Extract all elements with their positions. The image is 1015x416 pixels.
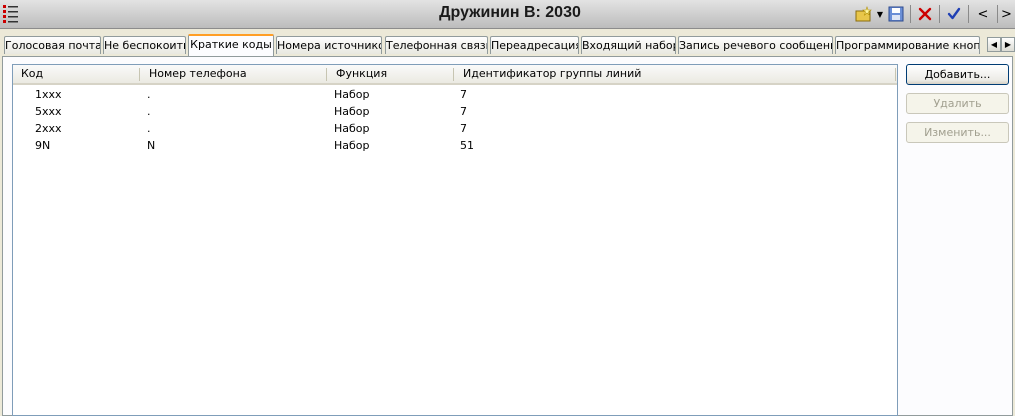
next-button[interactable]: > (1001, 3, 1015, 25)
toolbar-separator (939, 5, 940, 23)
table-row[interactable]: 1xxx . Набор 7 (13, 86, 897, 103)
short-codes-list[interactable]: Код Номер телефона Функция Идентификатор… (12, 64, 898, 416)
tab-button-programming[interactable]: Программирование кнопок (835, 36, 980, 54)
close-icon[interactable] (914, 3, 936, 25)
cell-line-group-id: 7 (460, 88, 467, 101)
cell-function: Набор (334, 122, 370, 135)
table-row[interactable]: 5xxx . Набор 7 (13, 103, 897, 120)
tab-forwarding[interactable]: Переадресация (490, 36, 579, 54)
cell-function: Набор (334, 88, 370, 101)
delete-button[interactable]: Удалить (906, 93, 1009, 114)
cell-line-group-id: 51 (460, 139, 474, 152)
window-title: Дружинин В: 2030 (439, 4, 581, 21)
column-divider[interactable] (895, 68, 896, 81)
tab-short-codes[interactable]: Краткие коды (188, 34, 274, 56)
toolbar-separator (968, 5, 969, 23)
toolbar-separator (910, 5, 911, 23)
tab-voice-recording[interactable]: Запись речевого сообщения (678, 36, 833, 54)
toolbar: ▼ < > (853, 2, 1015, 26)
cell-line-group-id: 7 (460, 105, 467, 118)
tab-scroll-left-icon[interactable]: ◀ (987, 37, 1001, 52)
save-disk-icon[interactable] (885, 3, 907, 25)
column-divider[interactable] (453, 68, 454, 81)
cell-phone-number: . (147, 88, 151, 101)
edit-button[interactable]: Изменить... (906, 122, 1009, 143)
column-divider[interactable] (326, 68, 327, 81)
tab-voicemail[interactable]: Голосовая почта (4, 36, 101, 54)
column-header-function[interactable]: Функция (328, 65, 453, 83)
table-row[interactable]: 9N N Набор 51 (13, 137, 897, 154)
column-header-phone-number[interactable]: Номер телефона (141, 65, 326, 83)
cell-phone-number: . (147, 122, 151, 135)
cell-function: Набор (334, 105, 370, 118)
cell-phone-number: N (147, 139, 156, 152)
table-row[interactable]: 2xxx . Набор 7 (13, 120, 897, 137)
new-folder-icon[interactable] (853, 3, 875, 25)
check-icon[interactable] (943, 3, 965, 25)
tab-scroll-right-icon[interactable]: ▶ (1001, 37, 1015, 52)
chevron-down-icon[interactable]: ▼ (875, 10, 885, 19)
tab-do-not-disturb[interactable]: Не беспокоить (103, 36, 186, 54)
list-app-icon (3, 4, 19, 24)
add-button[interactable]: Добавить... (906, 64, 1009, 85)
column-header-code[interactable]: Код (13, 65, 139, 83)
cell-code: 5xxx (35, 105, 62, 118)
cell-function: Набор (334, 139, 370, 152)
tab-strip: Голосовая почта Не беспокоить Краткие ко… (0, 34, 1015, 56)
toolbar-separator (997, 5, 998, 23)
cell-code: 1xxx (35, 88, 62, 101)
tab-source-numbers[interactable]: Номера источников (276, 36, 382, 54)
tab-telephony[interactable]: Телефонная связь (385, 36, 488, 54)
column-header-line-group-id[interactable]: Идентификатор группы линий (455, 65, 895, 83)
column-divider[interactable] (139, 68, 140, 81)
cell-phone-number: . (147, 105, 151, 118)
prev-button[interactable]: < (972, 3, 994, 25)
cell-code: 9N (35, 139, 51, 152)
title-bar: Дружинин В: 2030 ▼ < > (0, 0, 1015, 29)
cell-code: 2xxx (35, 122, 62, 135)
tab-incoming-call-route[interactable]: Входящий набор (581, 36, 676, 54)
cell-line-group-id: 7 (460, 122, 467, 135)
list-header: Код Номер телефона Функция Идентификатор… (13, 65, 897, 85)
